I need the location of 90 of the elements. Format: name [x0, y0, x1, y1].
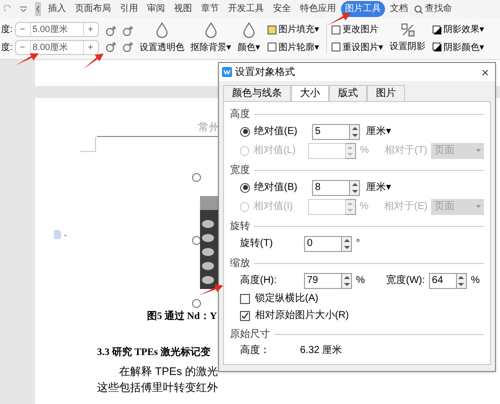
- unit-label: %: [360, 144, 370, 158]
- ribbon-button[interactable]: 设置阴影: [390, 23, 426, 54]
- size-label: 度:: [0, 40, 13, 54]
- menu-tab[interactable]: 安全: [269, 1, 295, 17]
- relative-to-label: 相对于(T): [384, 144, 428, 158]
- ribbon-button[interactable]: 颜色▾: [238, 22, 261, 55]
- radio-label: 绝对值(B): [254, 180, 298, 195]
- ribbon-button[interactable]: 阴影颜色▾: [432, 40, 485, 54]
- section-title: 缩放: [230, 256, 250, 271]
- app-logo-icon: [222, 67, 232, 77]
- dropdown-icon[interactable]: [20, 6, 27, 12]
- radio-button[interactable]: [240, 182, 250, 192]
- ribbon-button[interactable]: 更改图片: [330, 23, 384, 36]
- dialog-title: 设置对象格式: [235, 66, 296, 80]
- checkbox[interactable]: [240, 294, 250, 304]
- menu-tab[interactable]: 页面布局: [71, 1, 115, 17]
- ribbon-button[interactable]: 图片填充▾: [266, 23, 320, 36]
- paragraph-line: 这些包括傅里叶转变红外: [97, 380, 218, 396]
- original-height-label: 高度：: [240, 344, 271, 358]
- number-field[interactable]: 0: [304, 236, 342, 252]
- menu-tab[interactable]: 图片工具: [341, 1, 385, 17]
- number-field[interactable]: 64: [428, 272, 457, 288]
- ribbon-button[interactable]: 设置透明色: [140, 22, 185, 55]
- section-title: 高度: [230, 108, 250, 122]
- checkbox-label: 相对原始图片大小(R): [255, 308, 349, 323]
- unit-dropdown[interactable]: 厘米▾: [366, 180, 391, 195]
- figure-caption: 图5 通过 Nd：Y: [147, 310, 218, 324]
- menu-tab[interactable]: 引用: [116, 1, 142, 17]
- spin-buttons[interactable]: [456, 272, 467, 288]
- dialog-tab[interactable]: 版式: [329, 85, 367, 102]
- dialog-tab[interactable]: 大小: [291, 85, 329, 102]
- search-icon[interactable]: [414, 4, 423, 14]
- menu-tab[interactable]: 文档: [386, 1, 412, 17]
- radio-button[interactable]: [240, 126, 250, 136]
- close-button[interactable]: ×: [478, 66, 492, 78]
- number-field[interactable]: [308, 198, 346, 214]
- menu-tab[interactable]: 视图: [170, 1, 196, 17]
- size-field[interactable]: − 5.00厘米 +: [14, 22, 99, 37]
- spin-buttons[interactable]: [350, 180, 360, 196]
- section-heading: 3.3 研究 TPEs 激光标记变: [97, 345, 210, 360]
- number-field[interactable]: 5: [312, 124, 350, 140]
- menu-tab[interactable]: 审阅: [143, 1, 169, 17]
- menu-tab[interactable]: 开发工具: [224, 1, 268, 17]
- number-field[interactable]: 79: [304, 272, 342, 288]
- checkbox[interactable]: [240, 310, 250, 320]
- caret-icon: [476, 149, 481, 152]
- command-search-field[interactable]: 查找命: [425, 2, 452, 16]
- scale-width-label: 宽度(W):: [386, 274, 425, 288]
- square-icon: [432, 24, 442, 35]
- section-title: 旋转: [230, 220, 250, 234]
- percent-unit: %: [470, 274, 480, 288]
- dialog-tab[interactable]: 颜色与线条: [223, 85, 291, 102]
- section-title: 宽度: [230, 164, 250, 178]
- menu-tab[interactable]: 插入: [44, 1, 70, 17]
- ribbon-button[interactable]: 抠除背景▾: [190, 22, 232, 55]
- resize-handle[interactable]: [192, 299, 201, 308]
- resize-handle[interactable]: [192, 173, 201, 182]
- caret-icon: [476, 205, 481, 208]
- rotation-label: 旋转(T): [240, 236, 274, 251]
- number-field[interactable]: 8: [312, 180, 350, 196]
- size-label: 度:: [0, 22, 13, 36]
- ribbon-button[interactable]: 阴影效果▾: [432, 23, 485, 36]
- menu-tab[interactable]: 特色应用: [296, 1, 340, 17]
- radio-label: 相对值(L): [253, 144, 297, 158]
- margin-corner-mark: [80, 137, 96, 152]
- original-height-value: 6.32 厘米: [300, 344, 342, 358]
- unit-label: %: [360, 200, 370, 214]
- degree-unit: °: [356, 237, 360, 251]
- spin-buttons[interactable]: [342, 272, 352, 288]
- square-icon: [432, 42, 442, 52]
- scale-height-label: 高度(H):: [240, 274, 278, 288]
- relative-to-label: 相对于(E): [384, 200, 428, 214]
- spin-buttons[interactable]: [342, 236, 352, 252]
- menu-tab[interactable]: 章节: [197, 1, 223, 17]
- number-field[interactable]: [308, 142, 346, 158]
- radio-label: 绝对值(E): [254, 124, 298, 139]
- droplet-icon: [155, 22, 170, 38]
- paragraph-line: 在解释 TPEs 的激光: [118, 365, 218, 380]
- ribbon-button[interactable]: 重设图片▾: [330, 40, 384, 54]
- checkbox-label: 锁定纵横比(A): [255, 292, 318, 306]
- unit-dropdown[interactable]: 厘米▾: [366, 124, 391, 139]
- shadow-icon: [400, 23, 415, 38]
- dialog-tab[interactable]: 图片: [367, 85, 405, 102]
- section-title: 原始尺寸: [230, 328, 270, 342]
- percent-unit: %: [356, 274, 366, 288]
- radio-label: 相对值(I): [253, 200, 294, 214]
- spin-buttons[interactable]: [350, 124, 360, 140]
- ribbon-button[interactable]: 图片轮廓▾: [266, 40, 320, 54]
- size-field[interactable]: − 8.00厘米 +: [14, 40, 99, 55]
- scroll-left-icon[interactable]: [35, 2, 41, 16]
